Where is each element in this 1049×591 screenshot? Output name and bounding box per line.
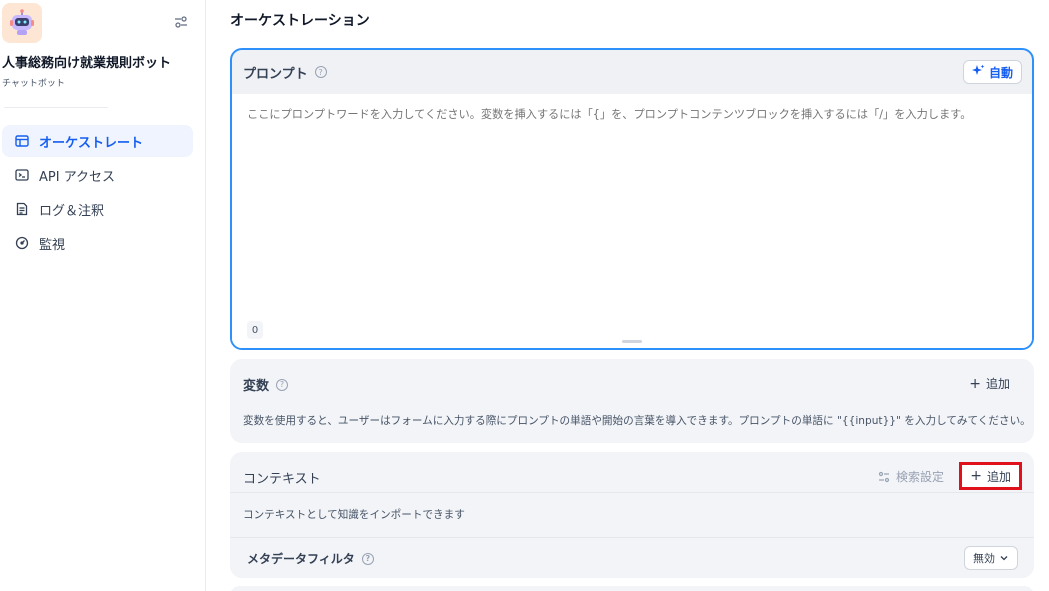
- sidebar-item-orchestrate[interactable]: オーケストレート: [2, 125, 193, 157]
- context-card: コンテキスト 検索設定 + 追加 コンテキストとして知識をインポートできます メ…: [230, 452, 1034, 578]
- prompt-editor: 0: [232, 94, 1032, 348]
- sidebar-item-label: 監視: [39, 237, 66, 253]
- variables-title: 変数: [243, 379, 270, 394]
- help-icon[interactable]: ?: [314, 66, 327, 78]
- add-label: 追加: [986, 469, 1011, 484]
- sidebar-item-label: API アクセス: [39, 169, 116, 185]
- search-settings-label: 検索設定: [896, 470, 945, 484]
- resize-handle[interactable]: [622, 340, 642, 343]
- add-label: 追加: [985, 377, 1010, 391]
- terminal-icon: [14, 167, 30, 183]
- sidebar-item-label: ログ＆注釈: [39, 203, 105, 219]
- divider: [230, 537, 1034, 538]
- variables-description: 変数を使用すると、ユーザーはフォームに入力する際にプロンプトの単語や開始の言葉を…: [243, 415, 1031, 427]
- variables-card: 変数 ? + 追加 変数を使用すると、ユーザーはフォームに入力する際にプロンプト…: [230, 359, 1034, 443]
- context-title: コンテキスト: [243, 472, 321, 487]
- metadata-filter-text: メタデータフィルタ: [247, 552, 355, 566]
- help-icon[interactable]: ?: [361, 552, 374, 565]
- settings-sliders-icon: [878, 471, 890, 483]
- add-context-button[interactable]: + 追加: [959, 462, 1022, 490]
- sidebar-item-label: オーケストレート: [39, 135, 144, 151]
- plus-icon: +: [969, 375, 981, 392]
- prompt-title: プロンプト: [243, 66, 308, 82]
- context-description: コンテキストとして知識をインポートできます: [243, 509, 465, 521]
- auto-generate-button[interactable]: 自動: [962, 60, 1022, 84]
- main-panel: オーケストレーション プロンプト ? 自動 0 変数: [206, 0, 1049, 591]
- metadata-filter-label: メタデータフィルタ ?: [247, 550, 374, 567]
- search-settings-button[interactable]: 検索設定: [878, 468, 944, 485]
- sidebar: 人事総務向け就業規則ボット チャットボット オーケストレート API アクセス: [0, 0, 206, 591]
- divider: [230, 492, 1034, 493]
- window-icon: [14, 133, 30, 149]
- add-variable-button[interactable]: + 追加: [969, 375, 1010, 392]
- auto-label: 自動: [988, 65, 1013, 80]
- sidebar-item-logs[interactable]: ログ＆注釈: [2, 193, 193, 225]
- gauge-icon: [14, 235, 30, 251]
- sidebar-divider: [4, 107, 108, 108]
- app-name: 人事総務向け就業規則ボット: [2, 56, 172, 71]
- app-type: チャットボット: [2, 79, 65, 89]
- sliders-icon: [174, 14, 188, 33]
- prompt-input[interactable]: [247, 106, 1020, 306]
- variables-header: 変数 ?: [243, 375, 289, 394]
- app-settings-button[interactable]: [172, 14, 190, 32]
- app-robot-icon: [2, 3, 42, 43]
- sidebar-item-monitoring[interactable]: 監視: [2, 227, 193, 259]
- metadata-filter-select[interactable]: 無効: [964, 546, 1018, 570]
- document-list-icon: [14, 201, 30, 217]
- prompt-card: プロンプト ? 自動 0: [230, 48, 1034, 350]
- chevron-down-icon: [999, 553, 1009, 563]
- sidebar-item-api-access[interactable]: API アクセス: [2, 159, 193, 191]
- context-header: コンテキスト: [243, 468, 321, 487]
- plus-icon: +: [970, 468, 982, 484]
- metadata-filter-value: 無効: [973, 552, 995, 565]
- next-section-card: [230, 586, 1034, 591]
- prompt-header: プロンプト ? 自動: [232, 50, 1032, 94]
- page-title: オーケストレーション: [230, 13, 370, 29]
- char-count: 0: [247, 321, 263, 339]
- help-icon[interactable]: ?: [276, 378, 289, 391]
- sparkle-icon: [971, 64, 985, 81]
